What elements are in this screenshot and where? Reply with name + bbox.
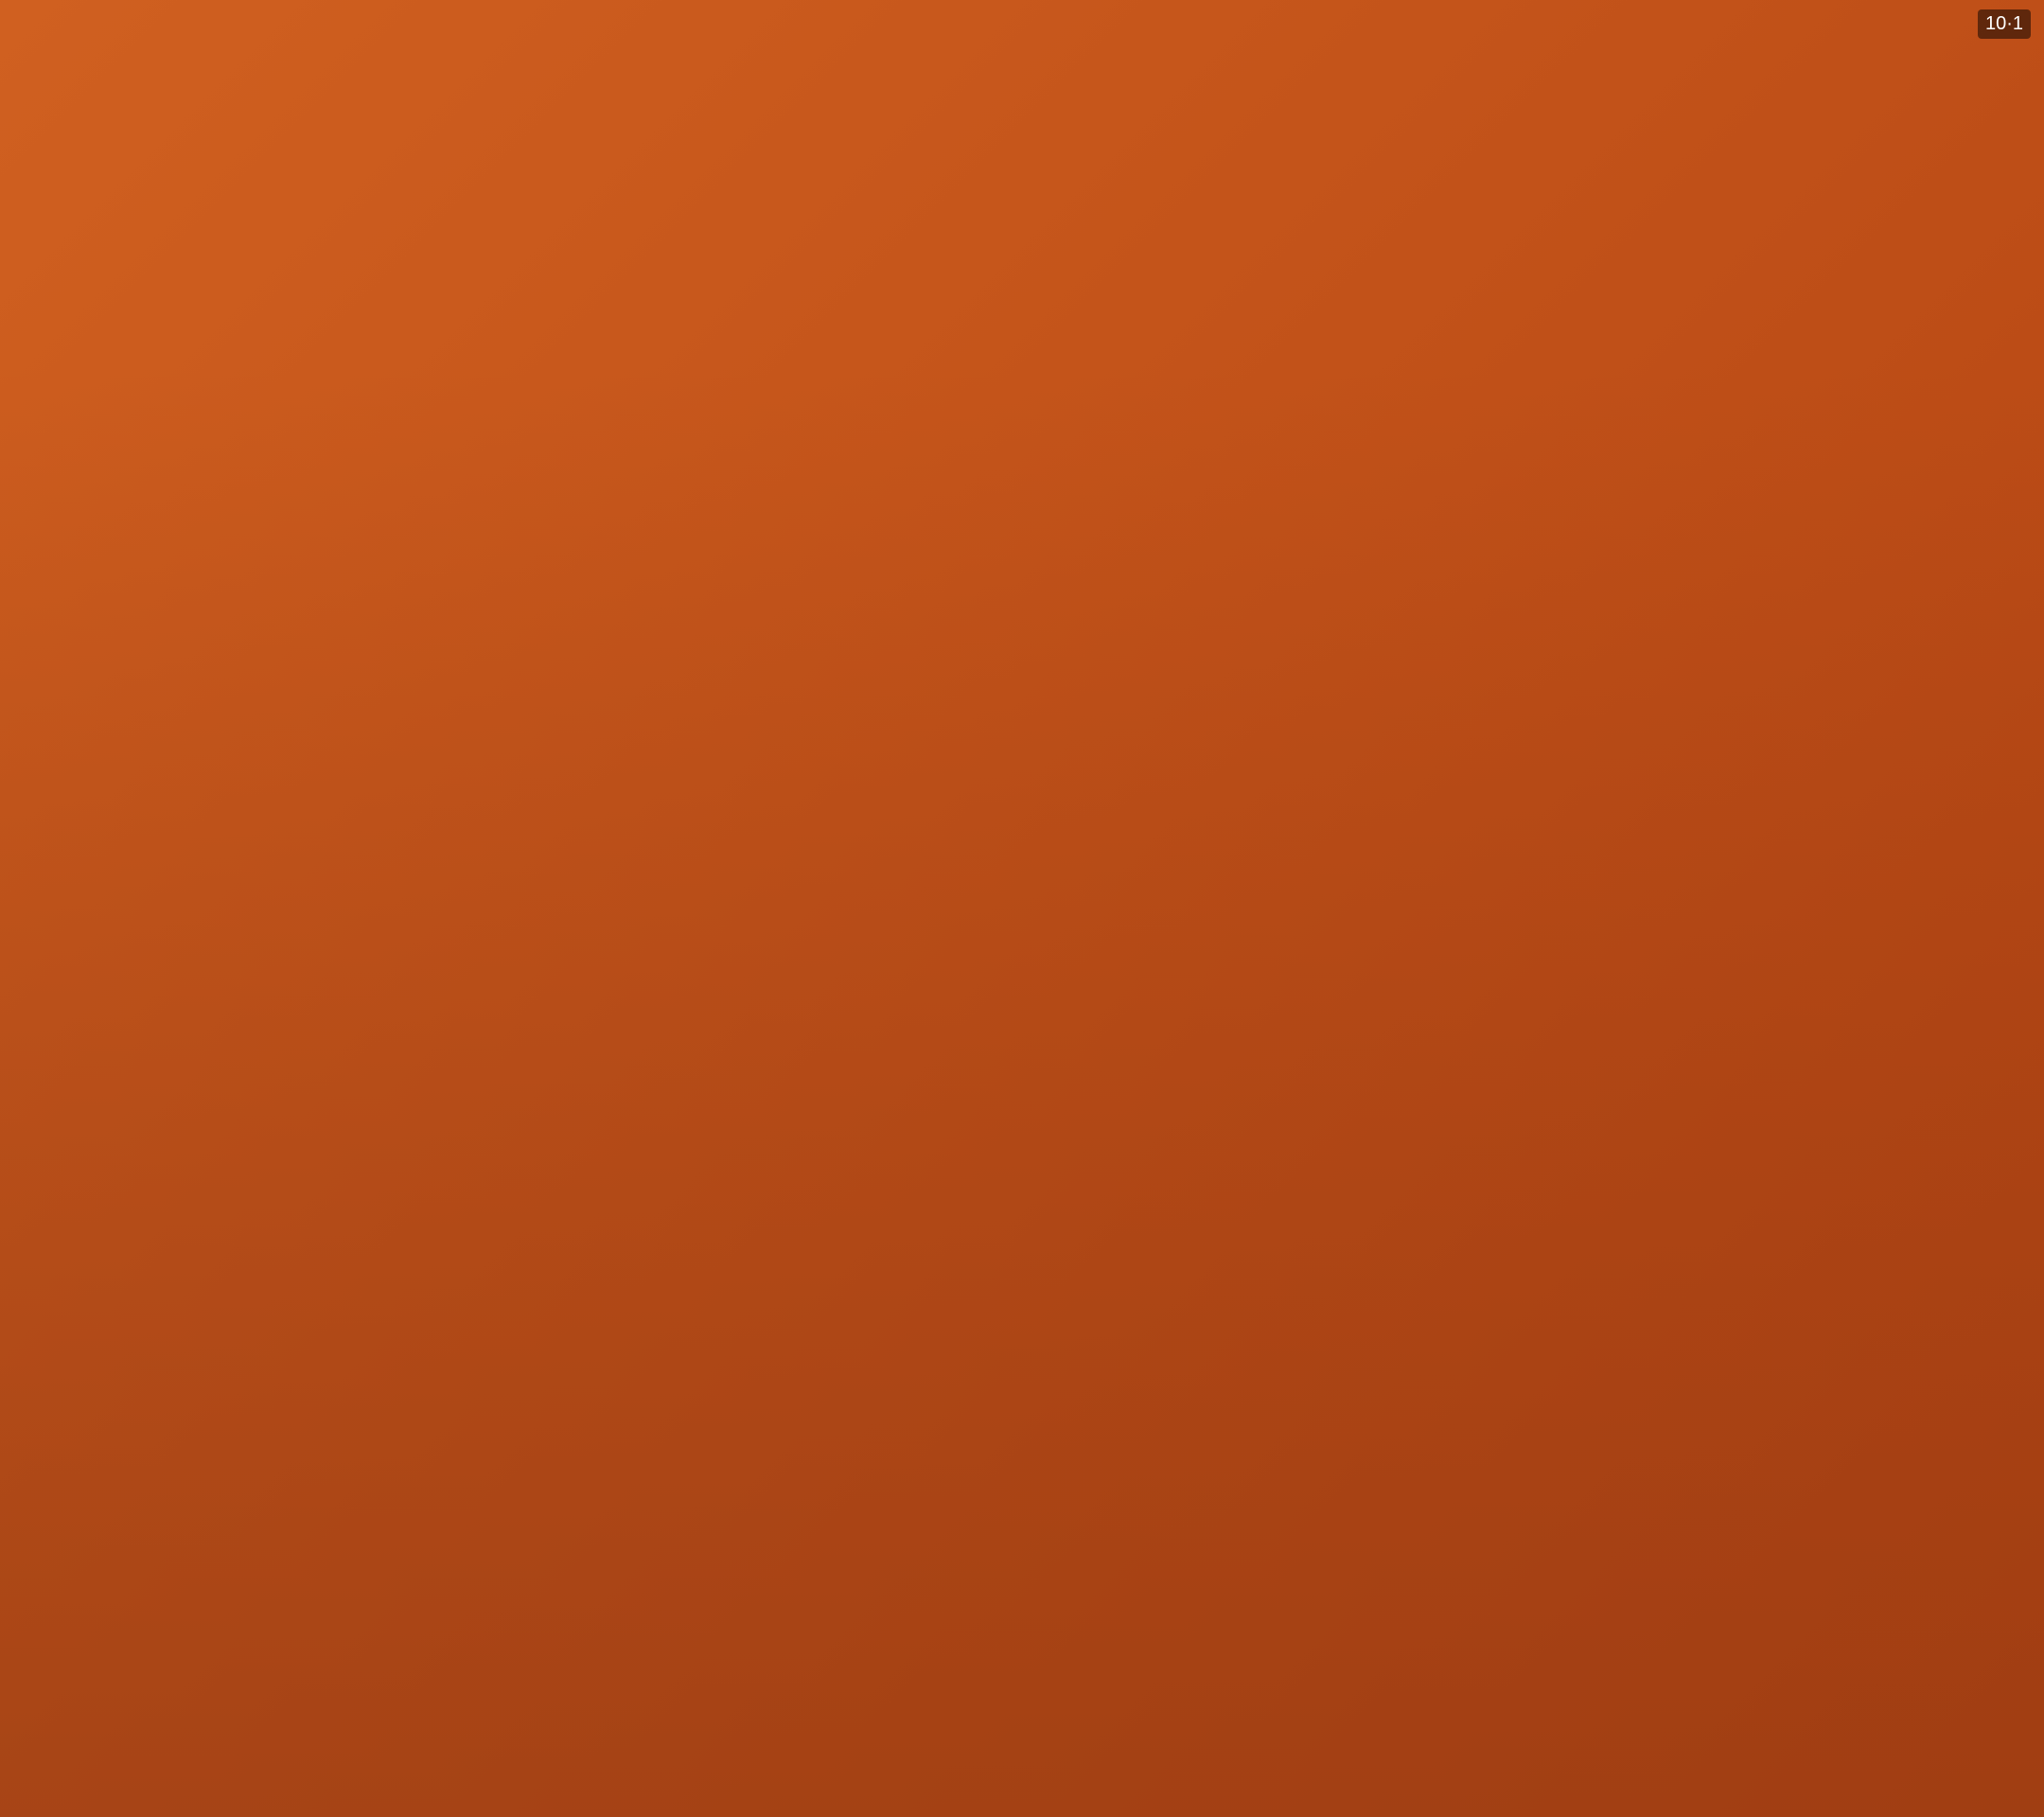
recommend-grid: 红 10·1	[577, 1079, 2016, 1268]
recommend-section: 猜你喜欢 红 10·1	[549, 997, 2044, 1291]
recommend-card-2[interactable]: 10·1	[1304, 1079, 2016, 1268]
video-info-section: 视频 讨论 点我发弹幕 弹 ✓ 追缉 简介 › 2023年11月11日上映	[549, 473, 2044, 1817]
